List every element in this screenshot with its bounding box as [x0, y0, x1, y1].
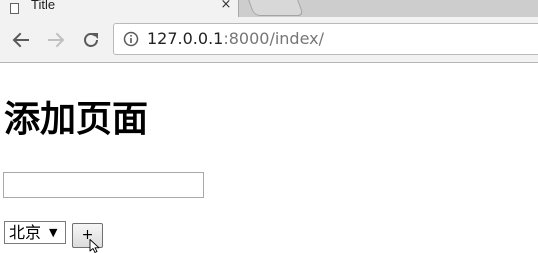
tab-strip: Title ×: [0, 0, 538, 17]
url-text[interactable]: 127.0.0.1:8000/index/: [147, 30, 324, 48]
address-bar[interactable]: 127.0.0.1:8000/index/: [113, 23, 538, 55]
mouse-cursor-icon: [89, 239, 100, 253]
url-host: 127.0.0.1: [147, 29, 224, 48]
text-input[interactable]: [3, 172, 204, 198]
url-path: :8000/index/: [223, 29, 325, 48]
back-arrow-icon: [12, 32, 29, 48]
forward-arrow-icon: [48, 32, 65, 48]
tab-title: Title: [31, 0, 56, 12]
forward-button[interactable]: [44, 28, 68, 52]
reload-icon: [84, 33, 98, 47]
dropdown-arrow-icon: ▼: [49, 226, 58, 239]
reload-button[interactable]: [79, 28, 103, 52]
tab-close-icon[interactable]: ×: [219, 0, 233, 13]
page-title: 添加页面: [4, 99, 149, 140]
page-icon: [10, 3, 19, 14]
new-tab-button[interactable]: [245, 0, 305, 16]
browser-tab[interactable]: Title ×: [0, 0, 239, 17]
info-icon[interactable]: [123, 31, 139, 47]
back-button[interactable]: [9, 28, 33, 52]
city-select-value: 北京: [9, 223, 42, 242]
city-select[interactable]: 北京 ▼: [4, 221, 66, 244]
browser-toolbar: 127.0.0.1:8000/index/: [0, 17, 538, 63]
